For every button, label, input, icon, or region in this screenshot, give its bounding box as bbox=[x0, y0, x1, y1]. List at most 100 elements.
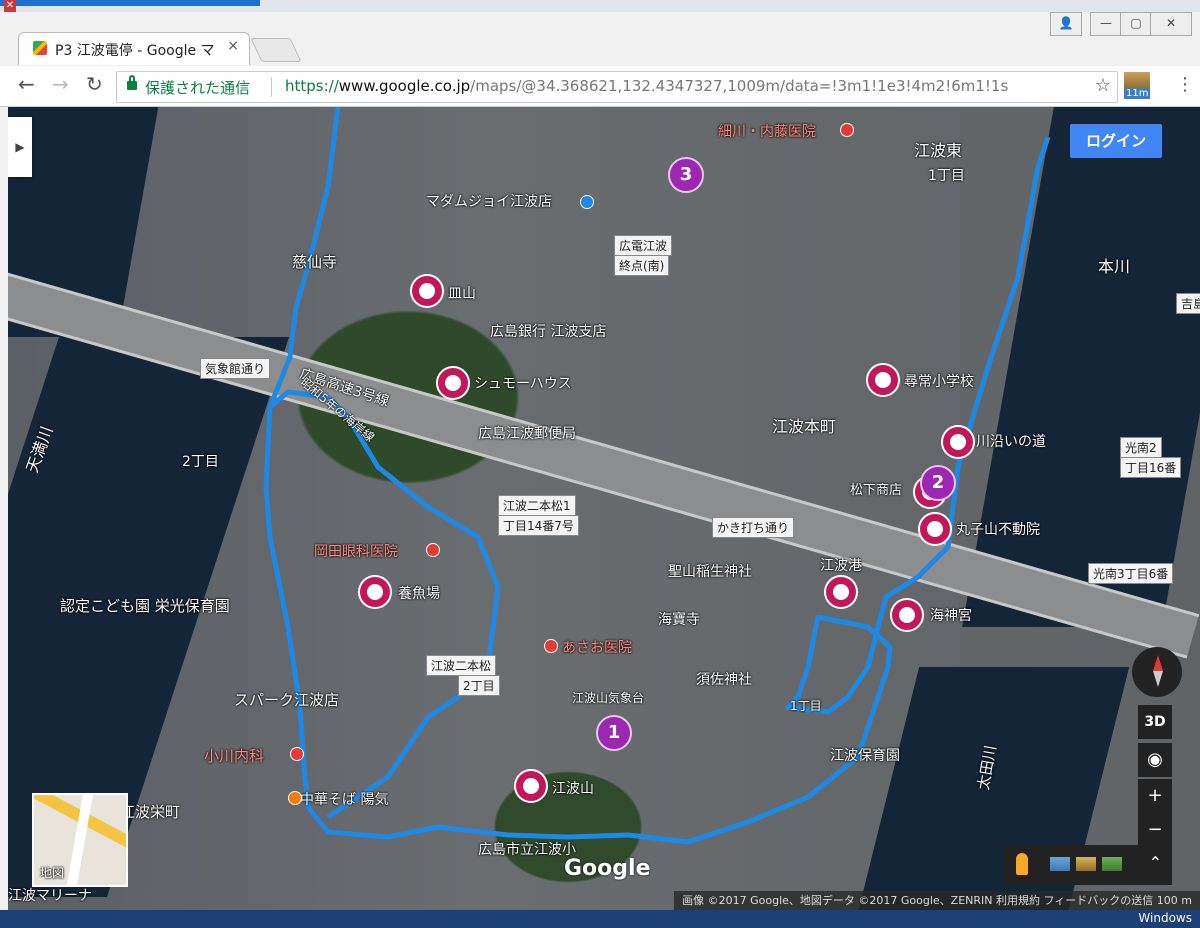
place-pin[interactable] bbox=[918, 512, 952, 546]
tab-title: P3 江波電停 - Google マ bbox=[55, 43, 215, 59]
login-button[interactable]: ログイン bbox=[1070, 124, 1162, 158]
map-label[interactable]: 気象館通り bbox=[200, 358, 271, 379]
place-cluster[interactable]: 1 bbox=[596, 715, 632, 751]
map-label[interactable]: あさお医院 bbox=[562, 637, 632, 657]
extension-button[interactable]: 11m bbox=[1124, 72, 1154, 100]
map-label[interactable]: 皿山 bbox=[448, 283, 476, 303]
map-label[interactable]: 江波保育園 bbox=[830, 745, 900, 765]
map-label[interactable]: 須佐神社 bbox=[696, 669, 752, 689]
new-tab-button[interactable] bbox=[250, 38, 302, 62]
tab-close-icon[interactable]: × bbox=[227, 38, 239, 54]
zoom-out-button[interactable]: − bbox=[1138, 813, 1172, 847]
photo-thumbnail[interactable] bbox=[1102, 857, 1122, 871]
desktop-window-title-strip bbox=[0, 0, 260, 6]
map-label: 江波本町 bbox=[772, 417, 837, 436]
3d-button[interactable]: 3D bbox=[1138, 705, 1172, 739]
compass-south-icon bbox=[1153, 671, 1163, 687]
place-pin[interactable] bbox=[358, 575, 392, 609]
place-pin[interactable] bbox=[436, 366, 470, 400]
map-label[interactable]: 広島銀行 江波支店 bbox=[490, 321, 606, 341]
url-path: /maps/@34.368621,132.4347327,1009m/data=… bbox=[470, 77, 1009, 95]
shopping-icon[interactable] bbox=[580, 195, 594, 209]
compass-control[interactable] bbox=[1132, 647, 1182, 697]
minimize-button[interactable]: — bbox=[1090, 12, 1122, 36]
reload-button[interactable]: ↻ bbox=[86, 72, 103, 96]
forward-button[interactable]: → bbox=[52, 72, 69, 96]
lock-icon bbox=[127, 75, 137, 90]
desktop-close-icon[interactable]: ✕ bbox=[4, 0, 16, 12]
map-label[interactable]: 終点(南) bbox=[614, 255, 670, 276]
browser-toolbar: ← → ↻ 保護された通信 https://www.google.co.jp/m… bbox=[0, 66, 1200, 107]
map-type-label: 地図 bbox=[40, 866, 65, 880]
restaurant-icon[interactable] bbox=[288, 791, 302, 805]
map-label[interactable]: 慈仙寺 bbox=[292, 251, 337, 272]
expand-chevron-icon[interactable]: ⌃ bbox=[1149, 853, 1162, 872]
photo-thumbnail[interactable] bbox=[1076, 857, 1096, 871]
map-label: 光南2 bbox=[1120, 437, 1162, 458]
my-location-button[interactable]: ◉ bbox=[1138, 743, 1172, 777]
place-cluster[interactable]: 3 bbox=[668, 157, 704, 193]
map-label[interactable]: シュモーハウス bbox=[474, 373, 572, 393]
route-overlay bbox=[263, 107, 1051, 845]
map-attribution[interactable]: 画像 ©2017 Google、地図データ ©2017 Google、ZENRI… bbox=[674, 891, 1200, 910]
back-button[interactable]: ← bbox=[18, 72, 35, 96]
address-bar[interactable]: 保護された通信 https://www.google.co.jp/maps/@3… bbox=[116, 71, 1118, 103]
map-label[interactable]: かき打ち通り bbox=[712, 517, 795, 538]
map-label[interactable]: 広島江波郵便局 bbox=[478, 423, 576, 443]
pegman-icon[interactable] bbox=[1016, 853, 1028, 875]
map-label[interactable]: 岡田眼科医院 bbox=[314, 541, 398, 561]
map-label[interactable]: 丁目14番7号 bbox=[498, 515, 579, 536]
map-label[interactable]: 海寶寺 bbox=[658, 609, 700, 629]
map-label[interactable]: 養魚場 bbox=[398, 583, 440, 603]
map-label[interactable]: 広電江波 bbox=[614, 235, 673, 256]
hospital-icon[interactable] bbox=[840, 123, 854, 137]
map-label[interactable]: 江波二本松1 bbox=[498, 495, 576, 516]
bookmark-star-icon[interactable]: ☆ bbox=[1095, 75, 1111, 96]
map-label[interactable]: 江波山気象台 bbox=[572, 689, 644, 706]
place-pin[interactable] bbox=[866, 363, 900, 397]
hospital-icon[interactable] bbox=[290, 747, 304, 761]
place-pin[interactable] bbox=[514, 769, 548, 803]
map-label[interactable]: 尋常小学校 bbox=[904, 371, 974, 391]
close-window-button[interactable]: ✕ bbox=[1150, 12, 1192, 36]
map-label[interactable]: 川沿いの道 bbox=[976, 431, 1046, 451]
place-cluster[interactable]: 2 bbox=[920, 465, 956, 501]
map-label[interactable]: 聖山稲生神社 bbox=[668, 561, 752, 581]
map-label[interactable]: 細川・内藤医院 bbox=[718, 121, 816, 141]
map-label[interactable]: 中華そば 陽気 bbox=[300, 789, 388, 809]
map-label[interactable]: 松下商店 bbox=[850, 479, 902, 498]
map-label[interactable]: 江波山 bbox=[552, 778, 594, 798]
imagery-bar: ⌃ bbox=[1004, 845, 1172, 885]
map-label[interactable]: 認定こども園 栄光保育園 bbox=[60, 595, 230, 616]
map-label[interactable]: スパーク江波店 bbox=[234, 689, 339, 710]
map-label[interactable]: 広島市立江波小 bbox=[478, 839, 576, 859]
place-pin[interactable] bbox=[824, 575, 858, 609]
map-label: 丁目16番 bbox=[1120, 457, 1182, 478]
map-label[interactable]: 2丁目 bbox=[458, 675, 500, 696]
photo-thumbnail[interactable] bbox=[1050, 857, 1070, 871]
hospital-icon[interactable] bbox=[426, 543, 440, 557]
browser-menu-icon[interactable]: ⋮ bbox=[1176, 74, 1194, 95]
place-pin[interactable] bbox=[890, 598, 924, 632]
map-label[interactable]: マダムジョイ江波店 bbox=[426, 191, 552, 211]
map-label[interactable]: 小川内科 bbox=[204, 745, 264, 766]
url-text[interactable]: https://www.google.co.jp/maps/@34.368621… bbox=[285, 77, 1008, 95]
place-pin[interactable] bbox=[410, 274, 444, 308]
hospital-icon[interactable] bbox=[544, 639, 558, 653]
map-label[interactable]: 海神宮 bbox=[930, 605, 972, 625]
map-canvas[interactable]: 細川・内藤医院 江波東 1丁目 マダムジョイ江波店 広電江波 終点(南) 慈仙寺… bbox=[8, 107, 1200, 910]
secure-label: 保護された通信 bbox=[145, 79, 251, 97]
map-label[interactable]: 江波二本松 bbox=[426, 655, 497, 676]
maximize-button[interactable]: ▢ bbox=[1120, 12, 1152, 36]
place-pin[interactable] bbox=[941, 425, 975, 459]
tab-active[interactable]: P3 江波電停 - Google マ × bbox=[18, 32, 250, 65]
desktop-strip: ✕ bbox=[0, 0, 1200, 12]
browser-window: ✕ P3 江波電停 - Google マ × 👤 — ▢ ✕ ← → ↻ 保護さ… bbox=[0, 0, 1200, 928]
map-type-toggle[interactable]: 地図 bbox=[32, 793, 128, 887]
compass-north-icon bbox=[1153, 655, 1163, 671]
map-label: 本川 bbox=[1098, 257, 1131, 276]
profile-button[interactable]: 👤 bbox=[1050, 12, 1082, 36]
zoom-in-button[interactable]: + bbox=[1138, 779, 1172, 813]
map-label[interactable]: 丸子山不動院 bbox=[956, 519, 1040, 539]
sidebar-toggle-button[interactable]: ▶ bbox=[8, 117, 32, 177]
